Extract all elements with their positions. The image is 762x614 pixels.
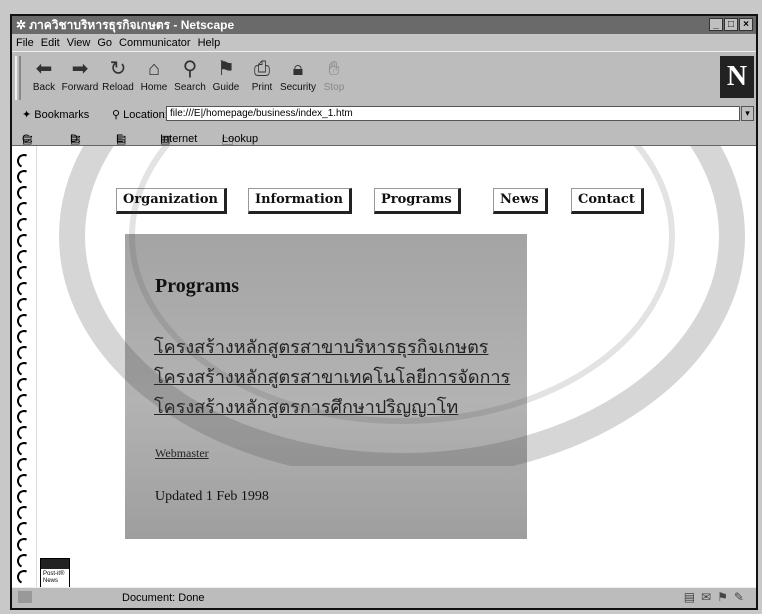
forward-button[interactable]: ➡ Forward <box>60 56 100 98</box>
spiral-curl <box>15 296 33 314</box>
nav-programs[interactable]: Programs <box>374 188 461 214</box>
bookmark-icon: ✦ <box>22 109 35 121</box>
search-button[interactable]: ⚲ Search <box>170 56 210 98</box>
panel-title: Programs <box>155 275 240 297</box>
print-icon: ⎙ <box>254 58 270 80</box>
spiral-curl <box>15 536 33 554</box>
location-toolbar: ✦ Bookmarks ⚲ Location: file:///E|/homep… <box>12 103 756 126</box>
spiral-curl <box>15 312 33 330</box>
menu-edit[interactable]: Edit <box>41 37 60 49</box>
spiral-curl <box>15 344 33 362</box>
spiral-curl <box>15 440 33 458</box>
location-dropdown[interactable]: ▾ <box>741 106 754 121</box>
lock-icon: 🔒︎ <box>292 58 304 80</box>
title-bar: ✲ ภาควิชาบริหารธุรกิจเกษตร - Netscape _ … <box>12 16 756 34</box>
home-icon: ⌂ <box>147 58 161 80</box>
spiral-curl <box>15 168 33 186</box>
stop-button[interactable]: ✋︎ Stop <box>314 56 354 98</box>
location-label: ⚲ Location: <box>112 109 168 121</box>
webmaster-link[interactable]: Webmaster <box>155 446 209 461</box>
nav-contact[interactable]: Contact <box>571 188 644 214</box>
back-button[interactable]: ⬅ Back <box>24 56 64 98</box>
nav-news[interactable]: News <box>493 188 548 214</box>
spiral-curl <box>15 408 33 426</box>
guide-button[interactable]: ⚑ Guide <box>206 56 246 98</box>
reload-button[interactable]: ↻ Reload <box>98 56 138 98</box>
home-button[interactable]: ⌂ Home <box>134 56 174 98</box>
spiral-curl <box>15 232 33 250</box>
security-button[interactable]: 🔒︎ Security <box>278 56 318 98</box>
netscape-icon: ✲ <box>16 18 27 32</box>
spiral-curl <box>15 264 33 282</box>
component-bar-icons[interactable]: ▤✉⚑✎ <box>684 590 750 604</box>
personal-toolbar: ▤ C: ▤ D: ▤ E: ▤ Internet 🗀︎ Lookup <box>12 125 756 148</box>
browser-window: ✲ ภาควิชาบริหารธุรกิจเกษตร - Netscape _ … <box>10 14 758 610</box>
spiral-curl <box>15 568 33 586</box>
menu-help[interactable]: Help <box>198 37 221 49</box>
spiral-curl <box>15 328 33 346</box>
spiral-curl <box>15 504 33 522</box>
menu-communicator[interactable]: Communicator <box>119 37 191 49</box>
nav-information[interactable]: Information <box>248 188 352 214</box>
menu-file[interactable]: File <box>16 37 34 49</box>
navigation-toolbar: ⬅ Back ➡ Forward ↻ Reload ⌂ Home ⚲ Search ⚑ Gu… <box>12 51 756 105</box>
spiral-curl <box>15 280 33 298</box>
page-content: Organization Information Programs News C… <box>12 146 756 588</box>
toolbar-grip[interactable] <box>15 56 21 100</box>
spiral-curl <box>15 376 33 394</box>
spiral-curl <box>15 216 33 234</box>
post-it-news-icon[interactable]: Post-it® News <box>40 558 70 588</box>
menu-bar: File Edit View Go Communicator Help <box>12 34 756 51</box>
window-title: ภาควิชาบริหารธุรกิจเกษตร - Netscape <box>29 17 235 32</box>
location-icon: ⚲ <box>112 109 124 121</box>
minimize-button[interactable]: _ <box>709 18 723 31</box>
spiral-curl <box>15 520 33 538</box>
spiral-curl <box>15 456 33 474</box>
location-input[interactable]: file:///E|/homepage/business/index_1.htm <box>166 106 740 121</box>
spiral-curl <box>15 472 33 490</box>
spiral-curl <box>15 200 33 218</box>
reload-icon: ↻ <box>109 58 127 80</box>
spiral-curl <box>15 424 33 442</box>
back-arrow-icon: ⬅ <box>35 58 53 80</box>
spiral-curl <box>15 488 33 506</box>
maximize-button[interactable]: □ <box>724 18 738 31</box>
netscape-logo: N <box>720 56 754 98</box>
spiral-binding <box>12 146 37 588</box>
program-link[interactable]: โครงสร้างหลักสูตรสาขาบริหารธุรกิจเกษตร <box>154 332 488 361</box>
spiral-curl <box>15 184 33 202</box>
security-status-icon[interactable] <box>18 591 32 603</box>
spiral-curl <box>15 552 33 570</box>
bookmarks-button[interactable]: ✦ Bookmarks <box>22 108 89 121</box>
status-bar: Document: Done ▤✉⚑✎ <box>12 587 756 608</box>
guide-icon: ⚑ <box>217 58 235 80</box>
close-button[interactable]: × <box>739 18 753 31</box>
forward-arrow-icon: ➡ <box>71 58 89 80</box>
search-icon: ⚲ <box>182 58 198 80</box>
program-link[interactable]: โครงสร้างหลักสูตรสาขาเทคโนโลยีการจัดการ <box>154 362 510 391</box>
spiral-curl <box>15 152 33 170</box>
updated-text: Updated 1 Feb 1998 <box>155 489 269 504</box>
nav-organization[interactable]: Organization <box>116 188 227 214</box>
print-button[interactable]: ⎙ Print <box>242 56 282 98</box>
stop-icon: ✋︎ <box>328 58 340 80</box>
spiral-curl <box>15 392 33 410</box>
menu-view[interactable]: View <box>67 37 91 49</box>
menu-go[interactable]: Go <box>97 37 112 49</box>
program-link[interactable]: โครงสร้างหลักสูตรการศึกษาปริญญาโท <box>154 392 458 421</box>
spiral-curl <box>15 360 33 378</box>
status-text: Document: Done <box>122 592 205 604</box>
programs-panel: Programs โครงสร้างหลักสูตรสาขาบริหารธุรก… <box>125 234 527 539</box>
spiral-curl <box>15 248 33 266</box>
window-controls: _ □ × <box>709 18 753 31</box>
